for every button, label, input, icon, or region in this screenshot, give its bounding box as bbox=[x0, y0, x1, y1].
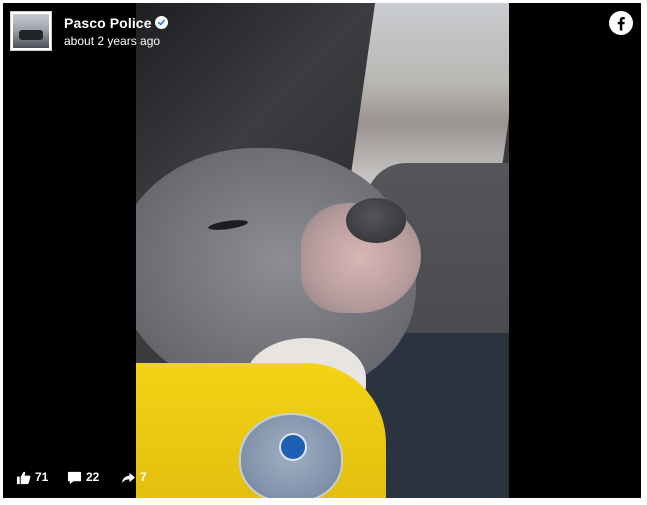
comment-count: 22 bbox=[86, 470, 100, 484]
share-arrow-icon bbox=[121, 472, 136, 483]
verified-badge-icon bbox=[155, 16, 168, 29]
comment-count-button[interactable]: 22 bbox=[67, 469, 99, 485]
post-header: Pasco Police about 2 years ago bbox=[3, 3, 641, 59]
post-photo[interactable] bbox=[136, 3, 509, 498]
avatar-image bbox=[13, 14, 49, 48]
photo-badge-center bbox=[279, 433, 307, 461]
facebook-logo-icon[interactable] bbox=[609, 11, 633, 35]
page-avatar[interactable] bbox=[10, 11, 52, 51]
facebook-post-embed[interactable]: Pasco Police about 2 years ago 71 22 7 bbox=[3, 3, 641, 498]
share-count: 7 bbox=[140, 470, 147, 484]
like-count-button[interactable]: 71 bbox=[16, 469, 48, 485]
comment-icon bbox=[67, 471, 82, 484]
like-count: 71 bbox=[35, 470, 49, 484]
post-timestamp-link[interactable]: about 2 years ago bbox=[64, 34, 160, 48]
page-name-link[interactable]: Pasco Police bbox=[64, 15, 152, 31]
share-count-button[interactable]: 7 bbox=[121, 469, 147, 485]
post-stats-bar: 71 22 7 bbox=[3, 463, 641, 493]
photo-dog-nose bbox=[346, 198, 406, 243]
thumbs-up-icon bbox=[16, 471, 31, 484]
